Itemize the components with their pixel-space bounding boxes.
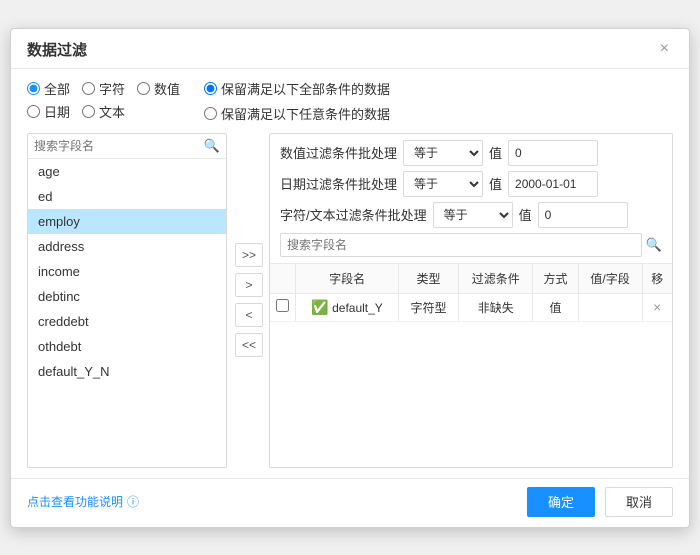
right-search-input[interactable]: [280, 233, 642, 257]
col-field-name: 字段名: [296, 264, 399, 294]
col-value-field: 值/字段: [578, 264, 642, 294]
field-list: age ed employ address income debtinc cre…: [28, 159, 226, 467]
help-link[interactable]: 点击查看功能说明 ⓘ: [27, 493, 139, 510]
text-batch-label: 字符/文本过滤条件批处理: [280, 205, 427, 224]
type-radio-group: 全部 字符 数值 日期 文本: [27, 79, 180, 121]
field-item-ed[interactable]: ed: [28, 184, 226, 209]
search-icon: 🔍: [204, 138, 220, 154]
move-all-right-button[interactable]: >>: [235, 243, 263, 267]
preserve-all[interactable]: 保留满足以下全部条件的数据: [204, 79, 390, 98]
row-filter-cell: 非缺失: [458, 293, 532, 321]
row-type-cell: 字符型: [399, 293, 459, 321]
move-all-left-button[interactable]: <<: [235, 333, 263, 357]
move-left-button[interactable]: <: [235, 303, 263, 327]
preserve-any[interactable]: 保留满足以下任意条件的数据: [204, 104, 390, 123]
radio-text[interactable]: 文本: [82, 102, 125, 121]
confirm-button[interactable]: 确定: [527, 487, 595, 517]
row-delete-cell: ×: [642, 293, 672, 321]
num-batch-row: 数值过滤条件批处理 等于 不等于 大于 小于 值: [280, 140, 662, 166]
row-checkbox[interactable]: [276, 299, 289, 312]
field-item-debtinc[interactable]: debtinc: [28, 284, 226, 309]
batch-settings: 数值过滤条件批处理 等于 不等于 大于 小于 值 日期过滤条件批处理: [270, 134, 672, 264]
radio-num[interactable]: 数值: [137, 79, 180, 98]
data-filter-dialog: 数据过滤 × 全部 字符 数值: [10, 28, 690, 528]
row-value-cell: [578, 293, 642, 321]
delete-row-button[interactable]: ×: [653, 299, 661, 315]
date-batch-label: 日期过滤条件批处理: [280, 174, 397, 193]
filter-table-container: 字段名 类型 过滤条件 方式 值/字段 移: [270, 264, 672, 467]
date-value-input[interactable]: [508, 171, 598, 197]
row-status-cell: ✅ default_Y: [296, 293, 399, 321]
main-content: 🔍 age ed employ address income debtinc c…: [27, 133, 673, 468]
radio-char[interactable]: 字符: [82, 79, 125, 98]
arrow-buttons: >> > < <<: [229, 133, 269, 468]
text-value-input[interactable]: [538, 202, 628, 228]
right-search-box: 🔍: [280, 233, 662, 257]
text-value-label: 值: [519, 205, 532, 224]
field-item-creddebt[interactable]: creddebt: [28, 309, 226, 334]
dialog-header: 数据过滤 ×: [11, 29, 689, 69]
text-batch-row: 字符/文本过滤条件批处理 等于 不等于 值: [280, 202, 662, 228]
left-search-box: 🔍: [28, 134, 226, 159]
field-item-address[interactable]: address: [28, 234, 226, 259]
date-batch-row: 日期过滤条件批处理 等于 不等于 值: [280, 171, 662, 197]
col-type: 类型: [399, 264, 459, 294]
row-check-cell: [270, 293, 296, 321]
col-filter: 过滤条件: [458, 264, 532, 294]
field-item-income[interactable]: income: [28, 259, 226, 284]
cancel-button[interactable]: 取消: [605, 487, 673, 517]
col-method: 方式: [533, 264, 578, 294]
dialog-body: 全部 字符 数值 日期 文本: [11, 69, 689, 478]
date-value-label: 值: [489, 174, 502, 193]
left-panel: 🔍 age ed employ address income debtinc c…: [27, 133, 227, 468]
col-move: 移: [642, 264, 672, 294]
radio-date[interactable]: 日期: [27, 102, 70, 121]
num-batch-label: 数值过滤条件批处理: [280, 143, 397, 162]
num-value-label: 值: [489, 143, 502, 162]
field-item-employ[interactable]: employ: [28, 209, 226, 234]
left-search-input[interactable]: [34, 139, 200, 153]
filter-table: 字段名 类型 过滤条件 方式 值/字段 移: [270, 264, 672, 322]
right-panel: 数值过滤条件批处理 等于 不等于 大于 小于 值 日期过滤条件批处理: [269, 133, 673, 468]
help-icon: ⓘ: [127, 493, 139, 510]
preserve-options: 保留满足以下全部条件的数据 保留满足以下任意条件的数据: [204, 79, 390, 123]
text-batch-select[interactable]: 等于 不等于: [433, 202, 513, 228]
dialog-title: 数据过滤: [27, 39, 87, 60]
table-header-row: 字段名 类型 过滤条件 方式 值/字段 移: [270, 264, 672, 294]
right-search-icon: 🔍: [646, 237, 662, 253]
radio-all[interactable]: 全部: [27, 79, 70, 98]
top-options: 全部 字符 数值 日期 文本: [27, 79, 673, 123]
num-value-input[interactable]: [508, 140, 598, 166]
col-check: [270, 264, 296, 294]
table-row: ✅ default_Y 字符型 非缺失 值 ×: [270, 293, 672, 321]
field-item-default_y_n[interactable]: default_Y_N: [28, 359, 226, 384]
move-right-button[interactable]: >: [235, 273, 263, 297]
close-button[interactable]: ×: [656, 39, 673, 59]
dialog-footer: 点击查看功能说明 ⓘ 确定 取消: [11, 478, 689, 527]
date-batch-select[interactable]: 等于 不等于: [403, 171, 483, 197]
field-item-age[interactable]: age: [28, 159, 226, 184]
num-batch-select[interactable]: 等于 不等于 大于 小于: [403, 140, 483, 166]
row-method-cell: 值: [533, 293, 578, 321]
field-item-othdebt[interactable]: othdebt: [28, 334, 226, 359]
status-icon: ✅: [311, 299, 328, 315]
